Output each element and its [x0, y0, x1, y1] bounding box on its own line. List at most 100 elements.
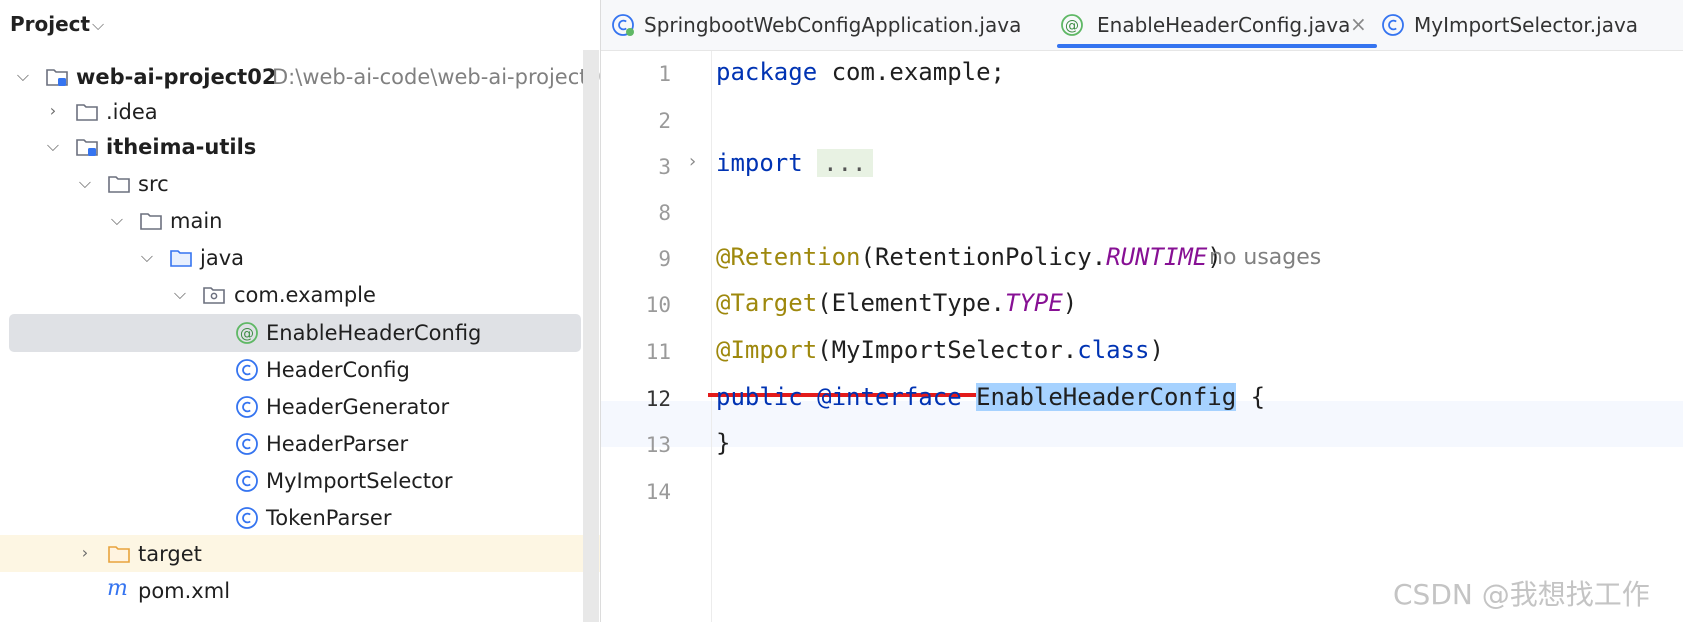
code-line-12: public @interface EnableHeaderConfig { — [716, 383, 1265, 411]
chevron-down-icon[interactable]: ⌵ — [14, 66, 32, 86]
class-icon — [1381, 13, 1405, 37]
tree-item-label: EnableHeaderConfig — [266, 321, 482, 345]
code-text: com.example; — [817, 58, 1005, 86]
folder-icon — [107, 172, 131, 196]
tab-myimportselector[interactable]: MyImportSelector.java — [1381, 0, 1681, 50]
class-icon — [235, 469, 259, 493]
line-number: 14 — [645, 480, 671, 504]
tree-item-web-ai-project02[interactable]: ⌵ web-ai-project02 D:\web-ai-code\web-ai… — [0, 59, 600, 95]
annotation-icon: @ — [235, 321, 259, 345]
maven-icon: m — [107, 576, 128, 601]
line-number: 13 — [645, 433, 671, 457]
fold-expand-icon[interactable]: › — [689, 151, 696, 172]
svg-text:@: @ — [1065, 18, 1079, 34]
class-icon — [235, 358, 259, 382]
tree-item-label: pom.xml — [138, 579, 231, 603]
tree-item-label: HeaderConfig — [266, 358, 410, 382]
chevron-right-icon[interactable]: › — [44, 101, 62, 120]
tree-item-label: web-ai-project02 — [76, 65, 277, 89]
code-text: ) — [1149, 336, 1164, 364]
tree-item-myimportselector[interactable]: MyImportSelector — [0, 463, 600, 499]
spring-class-icon — [611, 13, 635, 37]
code-text: (ElementType. — [817, 289, 1005, 317]
code-annotation: @Target — [716, 289, 818, 317]
code-editor[interactable]: 1 2 3 8 9 10 11 12 13 14 › package com.e… — [601, 51, 1683, 622]
line-number: 11 — [645, 340, 671, 364]
code-constant: TYPE — [1005, 289, 1063, 317]
active-tab-indicator — [1057, 44, 1377, 48]
folded-imports[interactable]: ... — [817, 149, 873, 177]
code-text: { — [1236, 383, 1266, 411]
project-header[interactable]: Project ⌵ — [0, 0, 600, 50]
tree-item-headergenerator[interactable]: HeaderGenerator — [0, 389, 600, 425]
chevron-down-icon[interactable]: ⌵ — [92, 15, 104, 35]
tree-item-idea[interactable]: › .idea — [0, 94, 600, 130]
code-text: (MyImportSelector. — [817, 336, 1078, 364]
folder-icon — [75, 100, 99, 124]
tree-item-pom-xml[interactable]: m pom.xml — [0, 573, 600, 609]
tree-item-label: com.example — [234, 283, 376, 307]
tree-item-label: src — [138, 172, 169, 196]
code-line-3: import ... — [716, 149, 873, 177]
project-title[interactable]: Project — [10, 12, 90, 36]
code-keyword: public — [716, 383, 803, 411]
code-keyword: package — [716, 58, 818, 86]
watermark: CSDN @我想找工作 — [1393, 578, 1650, 611]
code-line-9: @Retention(RetentionPolicy.RUNTIME) — [716, 243, 1222, 271]
line-number: 8 — [658, 201, 671, 225]
gutter-separator — [711, 51, 712, 622]
project-scrollbar[interactable] — [583, 50, 599, 622]
line-number: 9 — [658, 247, 671, 271]
code-line-10: @Target(ElementType.TYPE) — [716, 289, 1077, 317]
tree-item-main[interactable]: ⌵ main — [0, 203, 600, 239]
package-icon — [202, 283, 226, 307]
tree-item-headerconfig[interactable]: HeaderConfig — [0, 352, 600, 388]
code-line-1: package com.example; — [716, 58, 1005, 86]
chevron-right-icon[interactable]: › — [76, 543, 94, 562]
tree-item-label: java — [200, 246, 244, 270]
tree-item-tokenparser[interactable]: TokenParser — [0, 500, 600, 536]
tree-item-label: MyImportSelector — [266, 469, 453, 493]
line-number: 3 — [658, 155, 671, 179]
tree-item-label: main — [170, 209, 223, 233]
line-number: 10 — [645, 293, 671, 317]
chevron-down-icon[interactable]: ⌵ — [108, 210, 126, 230]
line-number: 1 — [658, 62, 671, 86]
project-panel: Project ⌵ ⌵ web-ai-project02 D:\web-ai-c… — [0, 0, 600, 622]
code-annotation: @Retention — [716, 243, 861, 271]
selected-identifier[interactable]: EnableHeaderConfig — [976, 383, 1237, 411]
chevron-down-icon[interactable]: ⌵ — [44, 136, 62, 156]
tree-item-java[interactable]: ⌵ java — [0, 240, 600, 276]
class-icon — [235, 432, 259, 456]
code-annotation: @Import — [716, 336, 818, 364]
tree-item-headerparser[interactable]: HeaderParser — [0, 426, 600, 462]
code-text: } — [716, 429, 731, 457]
tree-item-itheima-utils[interactable]: ⌵ itheima-utils — [0, 129, 600, 165]
class-icon — [235, 395, 259, 419]
tree-item-src[interactable]: ⌵ src — [0, 166, 600, 202]
tree-item-label: TokenParser — [266, 506, 392, 530]
chevron-down-icon[interactable]: ⌵ — [138, 247, 156, 267]
chevron-down-icon[interactable]: ⌵ — [76, 173, 94, 193]
module-folder-icon — [75, 135, 99, 159]
class-icon — [235, 506, 259, 530]
line-number: 2 — [658, 109, 671, 133]
code-text: (RetentionPolicy. — [860, 243, 1107, 271]
tree-item-enableheaderconfig[interactable]: @ EnableHeaderConfig — [0, 315, 600, 351]
tree-item-target[interactable]: › target — [0, 536, 600, 572]
svg-text:@: @ — [240, 326, 254, 342]
usages-hint[interactable]: no usages — [1209, 245, 1321, 270]
tree-item-label: HeaderParser — [266, 432, 409, 456]
code-keyword: class — [1077, 336, 1150, 364]
close-icon[interactable]: × — [1350, 12, 1367, 36]
tree-item-path: D:\web-ai-code\web-ai-project02 — [272, 65, 600, 89]
source-folder-icon — [169, 246, 193, 270]
tree-item-com-example[interactable]: ⌵ com.example — [0, 277, 600, 313]
tab-springbootwebconfigapplication[interactable]: SpringbootWebConfigApplication.java — [611, 0, 1021, 50]
code-text: ) — [1062, 289, 1078, 317]
tab-label: MyImportSelector.java — [1414, 13, 1639, 37]
tab-enableheaderconfig[interactable]: @ EnableHeaderConfig.java × — [1060, 0, 1390, 50]
code-line-13: } — [716, 429, 730, 457]
code-keyword: import — [716, 149, 803, 177]
chevron-down-icon[interactable]: ⌵ — [171, 284, 189, 304]
